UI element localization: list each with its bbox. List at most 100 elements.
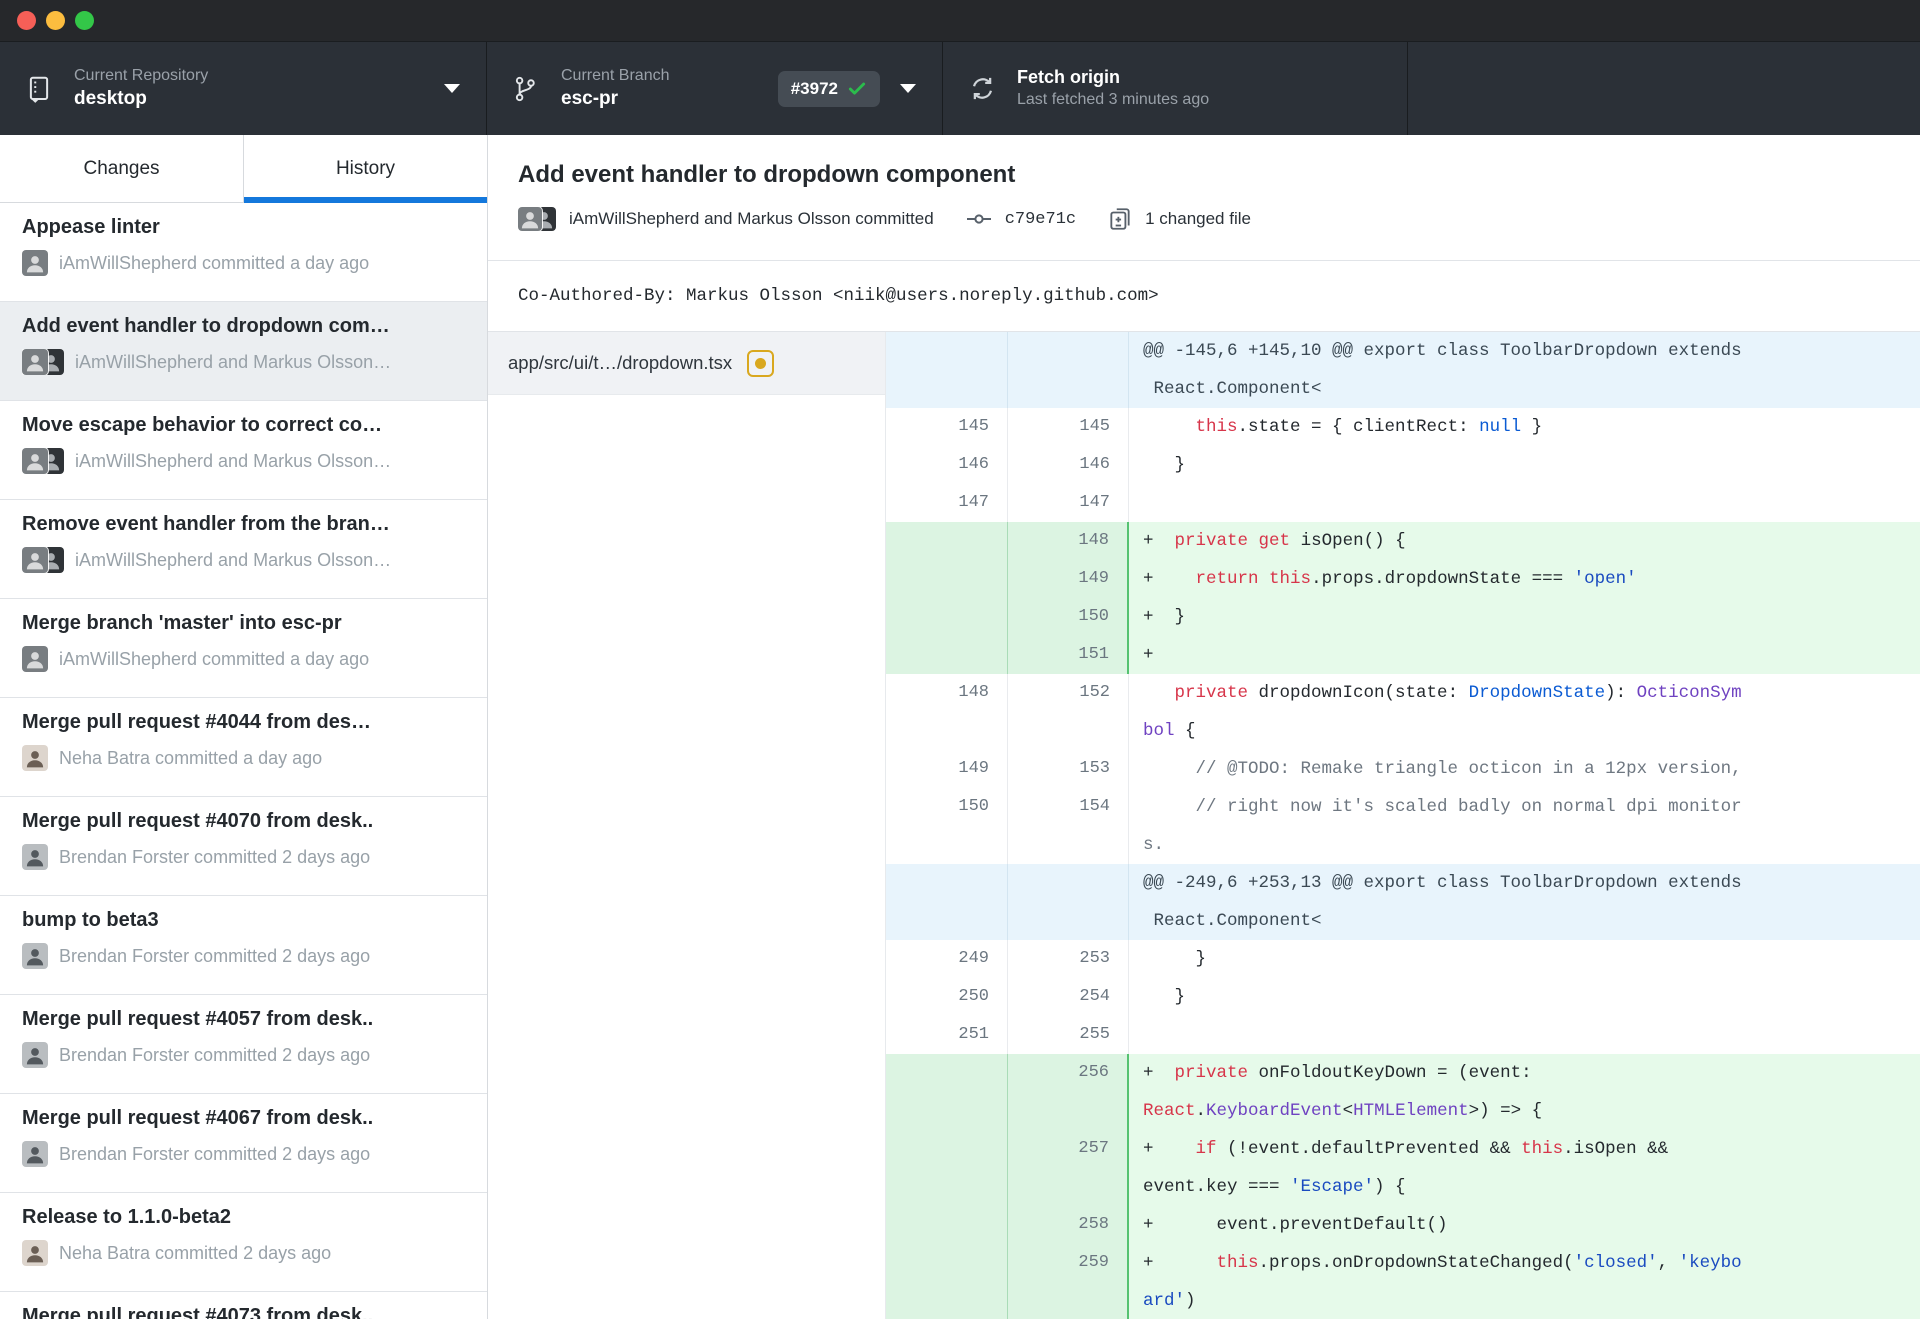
fetch-origin-button[interactable]: Fetch origin Last fetched 3 minutes ago <box>943 42 1408 135</box>
commit-list-item[interactable]: Merge pull request #4067 from desk.. Bren… <box>0 1094 487 1193</box>
new-line-number: 257 <box>1008 1130 1129 1206</box>
commit-item-title: Merge pull request #4044 from des… <box>22 711 372 733</box>
commit-summary: Add event handler to dropdown component … <box>488 135 1920 260</box>
diff-code-text: } <box>1143 455 1186 475</box>
diff-context-line: 150 154 // right now it's scaled badly on… <box>886 788 1920 864</box>
new-line-number: 145 <box>1008 408 1129 446</box>
commit-item-title: Merge pull request #4070 from desk.. <box>22 810 374 832</box>
commit-item-meta: Neha Batra committed 2 days ago <box>22 1240 465 1266</box>
diff-code-text: private dropdownIcon(state: DropdownStat… <box>1143 683 1742 741</box>
commit-sha: c79e71c <box>1004 209 1077 229</box>
commit-item-avatars <box>22 1240 48 1266</box>
repo-book-icon <box>26 74 60 104</box>
commit-list-item[interactable]: Merge pull request #4044 from des… Neha B… <box>0 698 487 797</box>
commit-list-item[interactable]: Appease linter iAmWillShepherd committed … <box>0 203 487 302</box>
diff-code-text: // @TODO: Remake triangle octicon in a 1… <box>1143 759 1742 779</box>
avatar <box>518 207 542 231</box>
diff-context-line: 251 255 <box>886 1016 1920 1054</box>
commit-item-avatars <box>22 448 64 474</box>
repo-label: Current Repository <box>74 66 209 84</box>
branch-label: Current Branch <box>561 66 670 84</box>
old-line-number: 251 <box>886 1016 1008 1054</box>
diff-code-text: @@ -249,6 +253,13 @@ export class Toolba… <box>1129 864 1920 940</box>
tab-history[interactable]: History <box>243 135 487 203</box>
new-line-number: 255 <box>1008 1016 1129 1054</box>
commit-item-meta: Brendan Forster committed 2 days ago <box>22 844 465 870</box>
tab-changes[interactable]: Changes <box>0 135 243 202</box>
commit-item-title: Merge branch 'master' into esc-pr <box>22 612 342 634</box>
commit-item-avatars <box>22 349 64 375</box>
commit-item-meta-text: iAmWillShepherd committed a day ago <box>59 648 370 669</box>
commit-list-item[interactable]: Merge branch 'master' into esc-pr iAmWill… <box>0 599 487 698</box>
commit-item-meta-text: Neha Batra committed 2 days ago <box>59 1242 332 1263</box>
diff-context-line: 146 146 } <box>886 446 1920 484</box>
diff-added-line: 148 + private get isOpen() { <box>886 522 1920 560</box>
commit-list-item[interactable]: Release to 1.1.0-beta2 Neha Batra committ… <box>0 1193 487 1292</box>
chevron-down-icon <box>444 84 460 93</box>
new-line-number: 253 <box>1008 940 1129 978</box>
old-line-number: 146 <box>886 446 1008 484</box>
fetch-title: Fetch origin <box>1017 67 1120 88</box>
current-repository-dropdown[interactable]: Current Repository desktop <box>0 42 487 135</box>
commit-list-item[interactable]: Move escape behavior to correct co… iAmWi… <box>0 401 487 500</box>
old-line-number <box>886 560 1008 598</box>
commit-meta-row: iAmWillShepherd and Markus Olsson commit… <box>518 206 1890 232</box>
old-line-number <box>886 1244 1008 1319</box>
avatar <box>22 250 48 276</box>
diff-code-text: + this.props.onDropdownStateChanged('clo… <box>1129 1244 1920 1319</box>
new-line-number: 254 <box>1008 978 1129 1016</box>
minimize-button[interactable] <box>46 11 65 30</box>
old-line-number: 148 <box>886 674 1008 750</box>
file-row[interactable]: app/src/ui/t…/dropdown.tsx <box>488 332 885 395</box>
new-line-number: 147 <box>1008 484 1129 522</box>
avatar <box>22 646 48 672</box>
old-line-number <box>886 598 1008 636</box>
diff-added-line: 259 + this.props.onDropdownStateChanged('… <box>886 1244 1920 1319</box>
branch-name: esc-pr <box>561 87 619 109</box>
new-line-number: 259 <box>1008 1244 1129 1319</box>
commit-item-title: Move escape behavior to correct co… <box>22 414 383 436</box>
diff-hunk-header: @@ -145,6 +145,10 @@ export class Toolba… <box>886 332 1920 408</box>
commit-description: Co-Authored-By: Markus Olsson <niik@user… <box>488 260 1920 332</box>
changed-files-count: 1 changed file <box>1145 209 1251 228</box>
avatar <box>22 448 48 474</box>
git-branch-icon <box>513 74 547 104</box>
commit-item-meta-text: Brendan Forster committed 2 days ago <box>59 945 371 966</box>
commit-item-meta-text: Brendan Forster committed 2 days ago <box>59 1143 371 1164</box>
zoom-button[interactable] <box>75 11 94 30</box>
diff-code-text: + private get isOpen() { <box>1129 522 1920 560</box>
commit-history-list: Appease linter iAmWillShepherd committed … <box>0 203 487 1319</box>
commit-list-item[interactable]: Merge pull request #4073 from desk.. <box>0 1292 487 1319</box>
new-line-number: 154 <box>1008 788 1129 864</box>
close-button[interactable] <box>17 11 36 30</box>
commit-list-item[interactable]: Merge pull request #4070 from desk.. Bren… <box>0 797 487 896</box>
new-line-number: 146 <box>1008 446 1129 484</box>
fetch-subtitle: Last fetched 3 minutes ago <box>1017 90 1210 108</box>
diff-code-text: + event.preventDefault() <box>1129 1206 1920 1244</box>
avatar <box>22 1141 48 1167</box>
diff-context-line: 149 153 // @TODO: Remake triangle octicon… <box>886 750 1920 788</box>
old-line-number <box>886 1054 1008 1130</box>
file-path: app/src/ui/t…/dropdown.tsx <box>508 352 733 373</box>
diff-code-text: + private onFoldoutKeyDown = (event: Rea… <box>1129 1054 1920 1130</box>
commit-list-item[interactable]: bump to beta3 Brendan Forster committed 2… <box>0 896 487 995</box>
current-branch-dropdown[interactable]: Current Branch esc-pr #3972 <box>487 42 943 135</box>
commit-item-meta: iAmWillShepherd and Markus Olsson… <box>22 349 465 375</box>
new-line-number: 153 <box>1008 750 1129 788</box>
diff-added-line: 151 + <box>886 636 1920 674</box>
commit-list-item[interactable]: Remove event handler from the bran… iAmWi… <box>0 500 487 599</box>
modified-dot-icon <box>747 349 775 377</box>
commit-list-item[interactable]: Add event handler to dropdown com… iAmWil… <box>0 302 487 401</box>
commit-list-item[interactable]: Merge pull request #4057 from desk.. Bren… <box>0 995 487 1094</box>
commit-item-meta: iAmWillShepherd committed a day ago <box>22 250 465 276</box>
old-line-number: 250 <box>886 978 1008 1016</box>
old-line-number <box>886 864 1008 940</box>
new-line-number: 149 <box>1008 560 1129 598</box>
diff-code-text: } <box>1143 987 1186 1007</box>
diff-code-text: + <box>1129 636 1920 674</box>
avatar <box>22 844 48 870</box>
avatar <box>22 745 48 771</box>
old-line-number: 150 <box>886 788 1008 864</box>
diff-code-text: @@ -145,6 +145,10 @@ export class Toolba… <box>1129 332 1920 408</box>
commit-detail-pane: Add event handler to dropdown component … <box>487 135 1920 1319</box>
